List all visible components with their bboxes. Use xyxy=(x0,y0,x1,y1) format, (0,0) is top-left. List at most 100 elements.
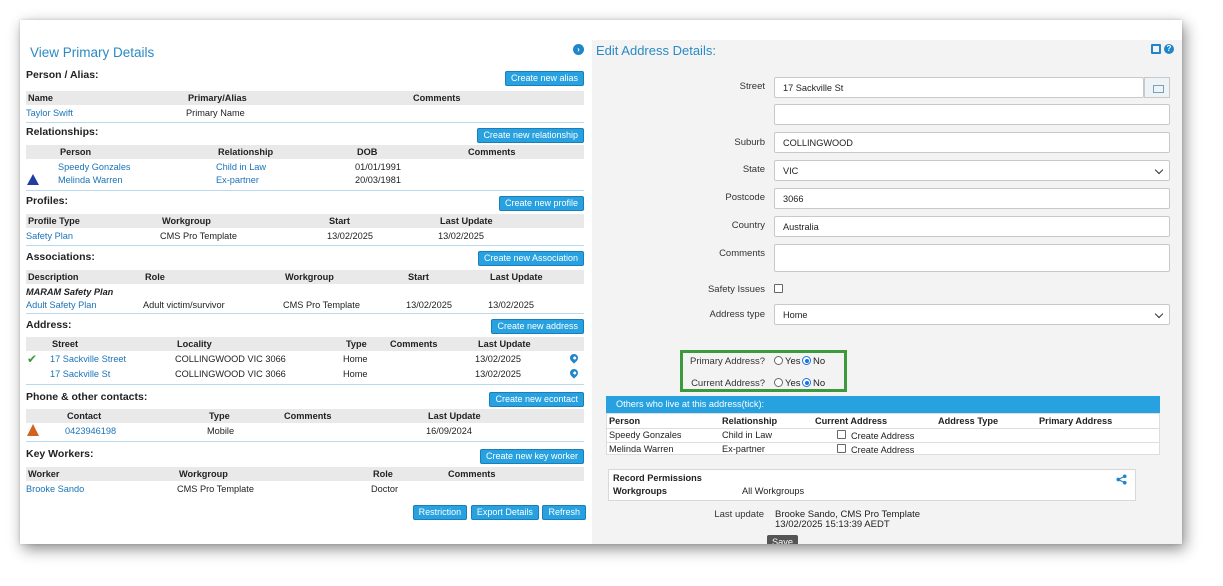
other-person: Melinda Warren xyxy=(609,444,674,454)
primary-yes-radio[interactable] xyxy=(774,356,783,365)
primary-no-radio[interactable] xyxy=(802,356,811,365)
state-label: State xyxy=(742,164,765,175)
create-key-worker-button[interactable]: Create new key worker xyxy=(479,449,584,464)
save-disk-icon[interactable] xyxy=(1151,44,1162,54)
street-link[interactable]: 17 Sackville St xyxy=(50,369,110,379)
edit-address-panel: Edit Address Details: ? Street 17 Sackvi… xyxy=(592,40,1182,544)
relationship-link[interactable]: Child in Law xyxy=(216,162,266,172)
create-relationship-button[interactable]: Create new relationship xyxy=(477,128,584,143)
divider xyxy=(607,442,1159,443)
person-link[interactable]: Melinda Warren xyxy=(58,175,123,185)
col-role: Role xyxy=(373,469,393,479)
col-type: Type xyxy=(346,339,367,349)
association-link[interactable]: Adult Safety Plan xyxy=(26,300,96,310)
current-no-radio[interactable] xyxy=(802,378,811,387)
contacts-section: Phone & other contacts: Create new econt… xyxy=(26,391,584,445)
table-header: Person Relationship DOB Comments xyxy=(26,145,584,159)
share-icon[interactable] xyxy=(1116,474,1127,485)
others-header: Others who live at this address(tick): xyxy=(606,396,1160,413)
suburb-input[interactable]: COLLINGWOOD xyxy=(774,132,1170,153)
checkmark-icon: ✔ xyxy=(27,352,38,366)
export-details-button[interactable]: Export Details xyxy=(470,505,539,520)
create-profile-button[interactable]: Create new profile xyxy=(498,196,584,211)
street-input-1[interactable]: 17 Sackville St xyxy=(774,77,1144,98)
map-pin-icon[interactable] xyxy=(568,367,580,379)
dob: 01/01/1991 xyxy=(355,162,401,172)
other-relationship: Child in Law xyxy=(722,430,773,440)
action-buttons: Restriction Export Details Refresh xyxy=(412,505,586,520)
divider xyxy=(26,313,584,314)
workgroups-label: Workgroups xyxy=(613,486,667,496)
col-person: Person xyxy=(609,416,641,426)
create-alias-button[interactable]: Create new alias xyxy=(504,71,584,86)
profile-link[interactable]: Safety Plan xyxy=(26,231,73,241)
permissions-title: Record Permissions xyxy=(613,473,702,483)
warning-blue-icon xyxy=(27,174,39,185)
col-comments: Comments xyxy=(448,469,496,479)
create-econtact-button[interactable]: Create new econtact xyxy=(489,392,584,407)
mail-icon[interactable] xyxy=(1144,77,1170,98)
safety-issues-checkbox[interactable] xyxy=(774,284,783,293)
worker-link[interactable]: Brooke Sando xyxy=(26,484,84,494)
person-link[interactable]: Speedy Gonzales xyxy=(58,162,131,172)
contact-link[interactable]: 0423946198 xyxy=(65,426,116,436)
refresh-button[interactable]: Refresh xyxy=(542,505,586,520)
col-address-type: Address Type xyxy=(938,416,999,426)
table-header: Name Primary/Alias Comments xyxy=(26,91,584,105)
create-address-checkbox[interactable] xyxy=(837,430,846,439)
alias-section: Person / Alias: Create new alias Name Pr… xyxy=(26,69,584,125)
workgroups-value: All Workgroups xyxy=(742,486,805,496)
col-workgroup: Workgroup xyxy=(162,216,211,226)
comments-textarea[interactable] xyxy=(774,244,1170,272)
relationship-link[interactable]: Ex-partner xyxy=(216,175,259,185)
view-primary-details-panel: View Primary Details › Person / Alias: C… xyxy=(20,20,592,544)
divider xyxy=(26,190,584,191)
alias-name-link[interactable]: Taylor Swift xyxy=(26,108,73,118)
col-type: Type xyxy=(209,411,230,421)
help-icon[interactable]: ? xyxy=(1164,44,1174,54)
type: Home xyxy=(343,354,368,364)
chevron-right-circle-icon[interactable]: › xyxy=(573,44,584,55)
col-contact: Contact xyxy=(67,411,102,421)
divider xyxy=(26,384,584,385)
last-update: 16/09/2024 xyxy=(426,426,472,436)
save-button[interactable]: Save xyxy=(767,535,798,544)
col-role: Role xyxy=(145,272,165,282)
col-comments: Comments xyxy=(413,93,461,103)
alias-primary: Primary Name xyxy=(186,108,245,118)
associations-section: Associations: Create new Association Des… xyxy=(26,251,584,315)
col-workgroup: Workgroup xyxy=(179,469,228,479)
comments-label: Comments xyxy=(719,248,765,259)
safety-issues-label: Safety Issues xyxy=(707,284,765,295)
type: Home xyxy=(343,369,368,379)
restriction-button[interactable]: Restriction xyxy=(412,505,468,520)
table-header: Street Locality Type Comments Last Updat… xyxy=(26,337,584,351)
country-label: Country xyxy=(731,220,765,231)
state-select[interactable]: VIC xyxy=(774,160,1170,181)
current-yes-radio[interactable] xyxy=(774,378,783,387)
col-workgroup: Workgroup xyxy=(285,272,334,282)
col-name: Name xyxy=(28,93,54,103)
table-row: ✔ 17 Sackville Street COLLINGWOOD VIC 30… xyxy=(26,352,584,366)
map-pin-icon[interactable] xyxy=(568,352,580,364)
country-input[interactable]: Australia xyxy=(774,216,1170,237)
table-header: Contact Type Comments Last Update xyxy=(26,409,584,423)
street-input-2[interactable] xyxy=(774,104,1170,125)
col-last-update: Last Update xyxy=(478,339,531,349)
create-address-button[interactable]: Create new address xyxy=(491,319,584,334)
create-association-button[interactable]: Create new Association xyxy=(477,251,584,266)
view-title: View Primary Details xyxy=(30,45,155,60)
workgroup: CMS Pro Template xyxy=(177,484,254,494)
current-address-label: Current Address? xyxy=(691,378,765,389)
col-comments: Comments xyxy=(468,147,516,157)
table-header: Worker Workgroup Role Comments xyxy=(26,467,584,481)
table-row: 0423946198 Mobile 16/09/2024 xyxy=(26,424,584,437)
create-address-checkbox[interactable] xyxy=(837,444,846,453)
address-type-select[interactable]: Home xyxy=(774,304,1170,325)
primary-no-label: No xyxy=(813,356,826,367)
warning-orange-icon xyxy=(27,424,39,436)
other-relationship: Ex-partner xyxy=(722,444,765,454)
street-link[interactable]: 17 Sackville Street xyxy=(50,354,126,364)
postcode-input[interactable]: 3066 xyxy=(774,188,1170,209)
section-title: Person / Alias: xyxy=(26,69,99,81)
